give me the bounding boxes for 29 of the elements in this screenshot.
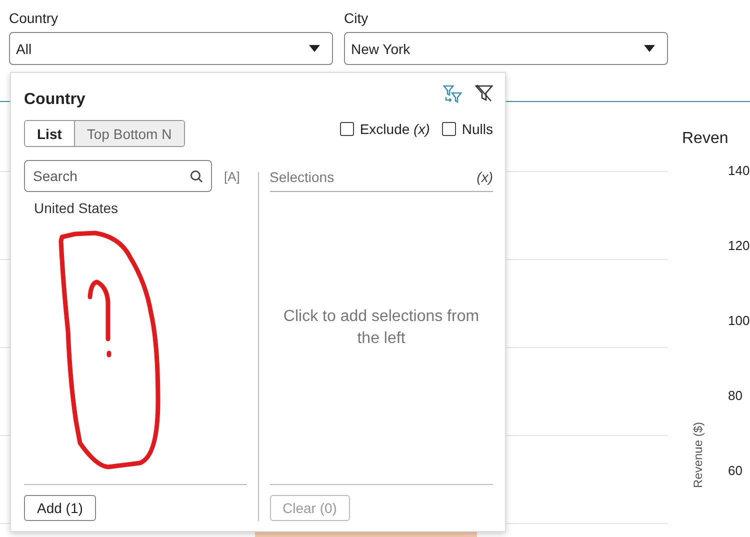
caret-icon [309, 45, 320, 52]
caret-icon [644, 45, 655, 52]
search-field[interactable]: Search [24, 160, 212, 192]
checkbox[interactable] [442, 122, 456, 136]
dropdown-field[interactable]: New York [344, 32, 668, 65]
checkbox-label: Exclude (x) [360, 120, 430, 136]
filter-label: City [344, 10, 370, 27]
axis-tick-label: 60 [728, 463, 744, 479]
expression-toggle[interactable]: (x) [476, 169, 493, 185]
dropdown-field[interactable]: All [9, 32, 333, 65]
mode-tab[interactable]: Top Bottom N [74, 121, 184, 146]
match-case-toggle[interactable]: [A] [224, 168, 240, 184]
empty-message: Click to add selections from the left [282, 307, 480, 349]
axis-tick-label: 120 [728, 238, 750, 254]
chart-title: Reven [682, 129, 730, 149]
filter-sync-icon[interactable] [443, 84, 463, 104]
search-icon [190, 170, 203, 183]
add-button[interactable]: Add (1) [24, 495, 96, 521]
popup-title: Country [24, 91, 86, 109]
checkbox[interactable] [340, 122, 354, 136]
axis-tick-label: 80 [728, 388, 744, 404]
selections-header: Selections [270, 169, 334, 185]
axis-tick-label: 140 [728, 163, 750, 179]
axis-tick-label: 100 [728, 313, 750, 329]
clear-filter-icon[interactable] [475, 84, 493, 102]
list-item[interactable]: United States [34, 200, 118, 216]
checkbox-label: Nulls [462, 120, 493, 136]
filter-label: Country [9, 10, 60, 27]
axis-title: Revenue ($) [691, 422, 705, 488]
